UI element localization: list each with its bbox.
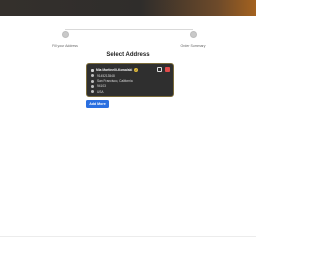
delete-icon[interactable] bbox=[165, 67, 170, 72]
location-icon bbox=[91, 79, 94, 83]
address-country-row: USA bbox=[91, 89, 169, 94]
address-phone: 9145213548 bbox=[97, 73, 115, 78]
address-postal: 94103 bbox=[97, 84, 106, 89]
checkout-stepper: Fill your Address Order Summary bbox=[0, 24, 256, 48]
home-icon bbox=[91, 68, 94, 72]
phone-icon bbox=[91, 74, 94, 78]
address-name: Mia Martinelli-Kowalski bbox=[96, 68, 133, 72]
address-phone-row: 9145213548 bbox=[91, 73, 169, 78]
top-banner bbox=[0, 0, 256, 16]
add-more-button[interactable]: Add More bbox=[86, 100, 109, 108]
address-location-row: San Francisco, California bbox=[91, 79, 169, 84]
step-label: Fill your Address bbox=[52, 44, 78, 48]
selected-check-icon: ✓ bbox=[134, 68, 139, 72]
step-dot-icon bbox=[61, 31, 69, 38]
address-country: USA bbox=[97, 89, 104, 94]
address-postal-row: 94103 bbox=[91, 84, 169, 89]
globe-icon bbox=[91, 90, 94, 94]
footer-divider bbox=[0, 236, 256, 237]
step-label: Order Summary bbox=[180, 44, 206, 48]
address-card[interactable]: Mia Martinelli-Kowalski ✓ 9145213548 San… bbox=[86, 63, 174, 97]
step-order-summary[interactable]: Order Summary bbox=[163, 25, 223, 48]
edit-icon[interactable] bbox=[157, 67, 162, 72]
step-dot-icon bbox=[189, 31, 197, 38]
address-card-actions bbox=[157, 67, 170, 72]
address-location: San Francisco, California bbox=[97, 79, 133, 84]
postal-icon bbox=[91, 84, 94, 88]
page-title: Select Address bbox=[106, 52, 150, 58]
step-fill-address[interactable]: Fill your Address bbox=[35, 25, 95, 48]
